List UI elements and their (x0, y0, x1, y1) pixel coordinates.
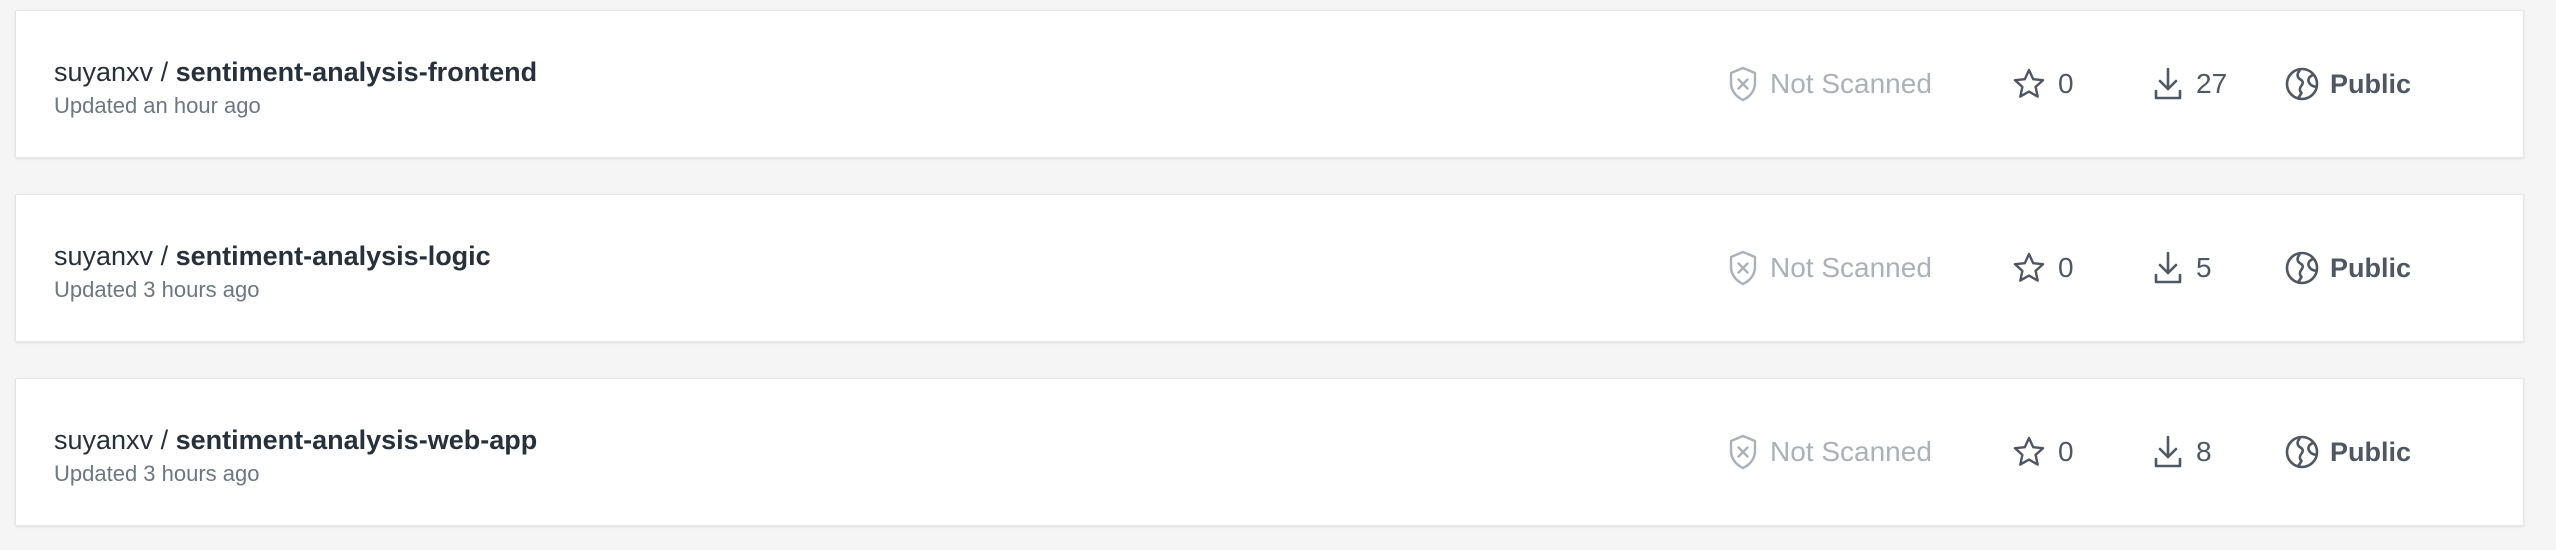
star-icon (2013, 68, 2045, 98)
star-count: 0 (2012, 435, 2074, 469)
repository-title[interactable]: suyanxv / sentiment-analysis-frontend (54, 55, 537, 89)
repository-card[interactable]: suyanxv / sentiment-analysis-frontend Up… (15, 10, 2524, 158)
repository-info: suyanxv / sentiment-analysis-web-app Upd… (54, 423, 537, 488)
scan-status-label: Not Scanned (1770, 436, 1932, 467)
globe-icon (2285, 435, 2319, 469)
star-count-value: 0 (2058, 252, 2074, 283)
repository-info: suyanxv / sentiment-analysis-frontend Up… (54, 55, 537, 120)
repository-title[interactable]: suyanxv / sentiment-analysis-logic (54, 239, 491, 273)
visibility-label: Public (2330, 252, 2412, 283)
visibility-status: Public (2284, 434, 2411, 470)
pull-count-value: 27 (2196, 68, 2228, 99)
repository-name: sentiment-analysis-web-app (175, 425, 538, 455)
repository-updated: Updated 3 hours ago (54, 461, 260, 486)
repository-title[interactable]: suyanxv / sentiment-analysis-web-app (54, 423, 537, 457)
star-icon (2013, 252, 2045, 282)
shield-x-icon (1729, 66, 1757, 102)
star-count-value: 0 (2058, 68, 2074, 99)
shield-x-icon (1729, 250, 1757, 286)
repository-name: sentiment-analysis-logic (175, 241, 491, 271)
scan-status-label: Not Scanned (1770, 68, 1932, 99)
scan-status: Not Scanned (1728, 250, 1932, 286)
visibility-status: Public (2284, 250, 2411, 286)
pull-count-value: 5 (2196, 252, 2212, 283)
download-icon (2154, 67, 2182, 100)
pull-count-value: 8 (2196, 436, 2212, 467)
repository-updated: Updated 3 hours ago (54, 277, 260, 302)
scan-status: Not Scanned (1728, 434, 1932, 470)
repository-namespace: suyanxv (54, 57, 154, 87)
visibility-status: Public (2284, 66, 2411, 102)
pull-count: 5 (2152, 250, 2212, 286)
pull-count: 8 (2152, 434, 2212, 470)
repository-namespace: suyanxv (54, 241, 154, 271)
globe-icon (2285, 67, 2319, 101)
globe-icon (2285, 251, 2319, 285)
repository-separator: / (160, 425, 169, 455)
repository-info: suyanxv / sentiment-analysis-logic Updat… (54, 239, 491, 304)
repository-separator: / (160, 57, 169, 87)
repository-card[interactable]: suyanxv / sentiment-analysis-logic Updat… (15, 194, 2524, 342)
visibility-label: Public (2330, 68, 2412, 99)
repository-separator: / (160, 241, 169, 271)
repository-namespace: suyanxv (54, 425, 154, 455)
scan-status-label: Not Scanned (1770, 252, 1932, 283)
star-icon (2013, 436, 2045, 466)
star-count-value: 0 (2058, 436, 2074, 467)
visibility-label: Public (2330, 436, 2412, 467)
download-icon (2154, 251, 2182, 284)
download-icon (2154, 435, 2182, 468)
shield-x-icon (1729, 434, 1757, 470)
repository-name: sentiment-analysis-frontend (175, 57, 538, 87)
scan-status: Not Scanned (1728, 66, 1932, 102)
pull-count: 27 (2152, 66, 2227, 102)
repository-card[interactable]: suyanxv / sentiment-analysis-web-app Upd… (15, 378, 2524, 526)
star-count: 0 (2012, 67, 2074, 101)
repository-updated: Updated an hour ago (54, 93, 261, 118)
star-count: 0 (2012, 251, 2074, 285)
repository-list: suyanxv / sentiment-analysis-frontend Up… (0, 0, 2556, 550)
